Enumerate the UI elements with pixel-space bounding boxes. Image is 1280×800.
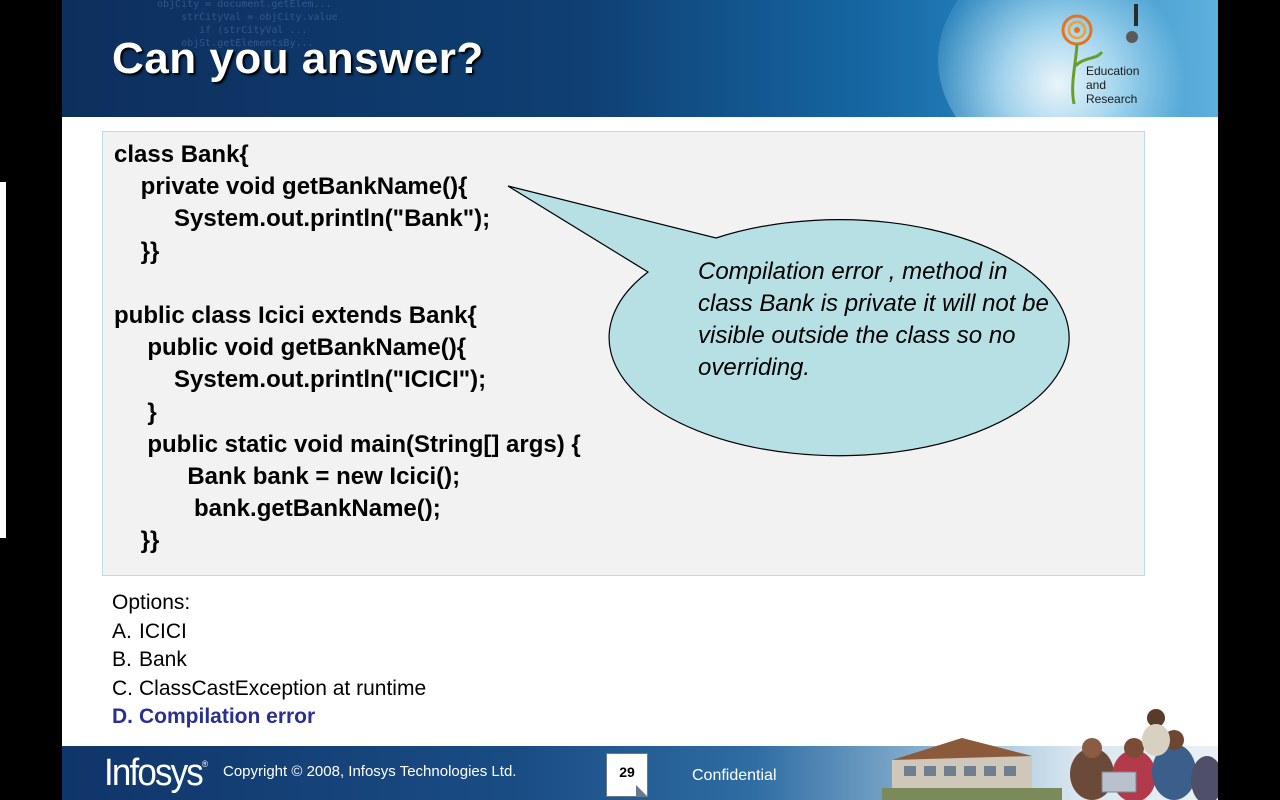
slide: objCity = document.getElem... strCityVal… <box>62 0 1218 800</box>
confidential-label: Confidential <box>692 767 777 784</box>
infosys-logo: Infosys® <box>104 752 208 794</box>
page-fold-icon <box>636 785 648 797</box>
page-number-badge: 29 <box>606 753 648 797</box>
callout-text: Compilation error , method in class Bank… <box>698 258 1049 381</box>
page-number: 29 <box>619 764 635 780</box>
option-b: B. Bank <box>112 648 187 671</box>
left-edge-strip <box>0 182 6 538</box>
option-a: A. ICICI <box>112 619 187 643</box>
campus-students-photo <box>882 709 1218 800</box>
option-c: C. ClassCastException at runtime <box>112 676 427 700</box>
option-d-correct: D. Compilation error <box>112 705 316 728</box>
copyright-text: Copyright © 2008, Infosys Technologies L… <box>223 763 517 780</box>
answer-options: Options: A. ICICI B. Bank C. ClassCastEx… <box>112 589 426 732</box>
options-label: Options: <box>112 591 191 614</box>
